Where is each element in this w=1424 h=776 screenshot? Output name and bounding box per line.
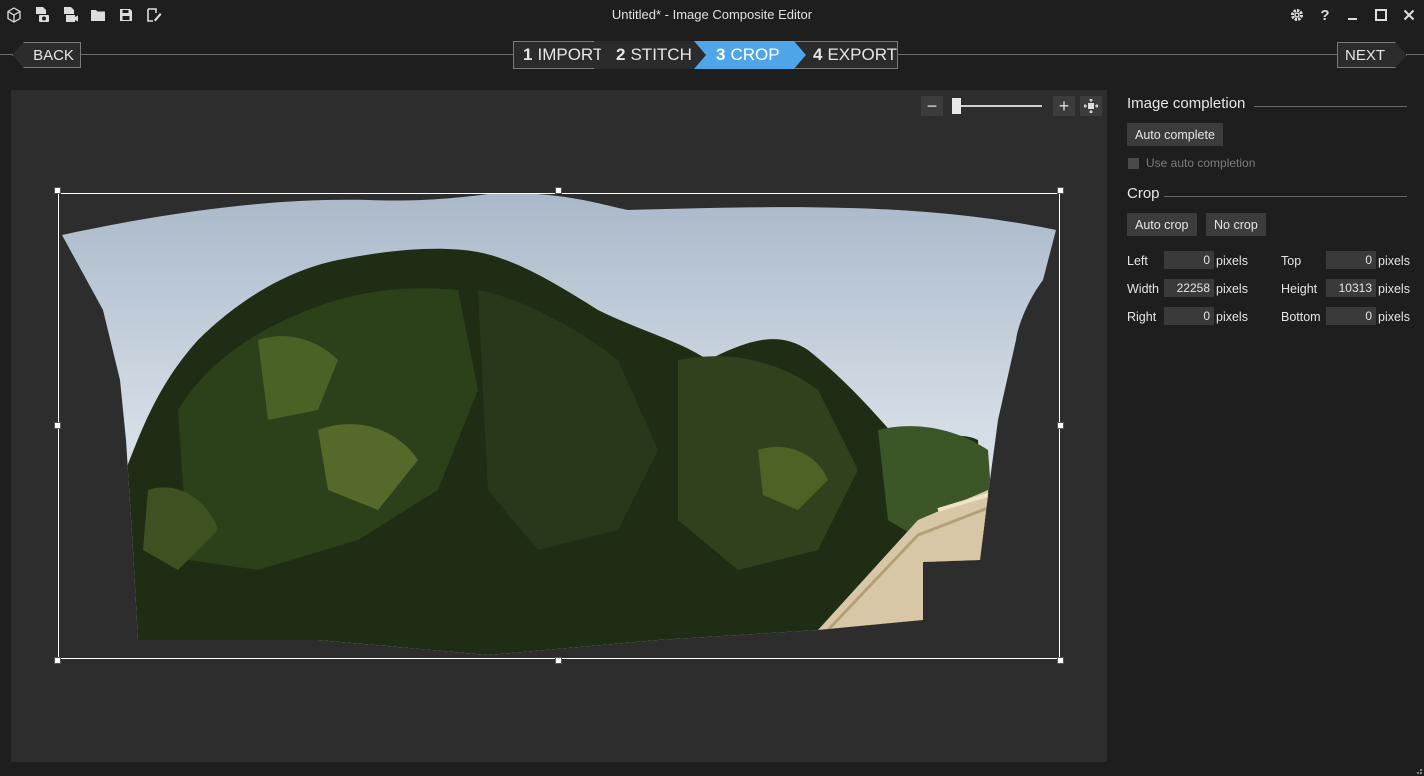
settings-icon[interactable] [1286,4,1308,26]
top-label: Top [1281,254,1302,268]
step-number: 1 [523,45,533,64]
crop-handle-top-left[interactable] [54,187,61,194]
step-label: CROP [730,45,780,64]
step-number: 4 [813,45,823,64]
crop-handle-bottom[interactable] [555,657,562,664]
right-input[interactable]: 0 [1164,307,1214,325]
auto-crop-button[interactable]: Auto crop [1127,213,1197,236]
crop-handle-bottom-left[interactable] [54,657,61,664]
step-import[interactable]: 1 IMPORT [513,41,606,69]
step-number: 2 [616,45,626,64]
top-input[interactable]: 0 [1326,251,1376,269]
zoom-out-button[interactable]: − [921,96,943,116]
section-divider [1254,106,1407,107]
step-number: 3 [716,45,726,64]
use-auto-completion-checkbox[interactable]: Use auto completion [1128,156,1255,170]
bottom-input[interactable]: 0 [1326,307,1376,325]
zoom-in-label: + [1058,95,1070,116]
crop-handle-top-right[interactable] [1057,187,1064,194]
right-label: Right [1127,310,1157,324]
workflow-steps: 1 IMPORT 2 STITCH 3 CROP 4 EXPORT [513,41,898,69]
step-stitch[interactable]: 2 STITCH [594,41,706,69]
crop-section-header: Crop [1127,185,1407,209]
left-unit: pixels [1216,254,1248,268]
resize-grip-icon[interactable] [1414,766,1422,774]
height-unit: pixels [1378,282,1410,296]
no-crop-button[interactable]: No crop [1206,213,1266,236]
section-divider [1164,196,1407,197]
fit-to-window-icon[interactable] [1080,96,1102,116]
step-label: IMPORT [537,45,604,64]
zoom-slider-thumb[interactable] [952,98,962,114]
right-unit: pixels [1216,310,1248,324]
step-label: EXPORT [827,45,898,64]
zoom-out-label: − [926,95,938,116]
step-label: STITCH [630,45,692,64]
width-label: Width [1127,282,1159,296]
zoom-in-button[interactable]: + [1053,96,1075,116]
use-auto-completion-label: Use auto completion [1146,156,1256,170]
maximize-icon[interactable] [1370,4,1392,26]
height-input[interactable]: 10313 [1326,279,1376,297]
zoom-slider-track[interactable] [955,105,1042,107]
minimize-icon[interactable] [1342,4,1364,26]
close-icon[interactable] [1398,4,1420,26]
crop-handle-bottom-right[interactable] [1057,657,1064,664]
image-completion-section-header: Image completion [1127,95,1407,119]
checkbox-box[interactable] [1128,157,1139,169]
auto-complete-button[interactable]: Auto complete [1127,123,1223,146]
image-completion-heading: Image completion [1127,95,1246,112]
height-label: Height [1281,282,1318,296]
bottom-unit: pixels [1378,310,1410,324]
crop-handle-left[interactable] [54,422,61,429]
crop-handle-top[interactable] [555,187,562,194]
help-icon[interactable]: ? [1314,4,1336,26]
left-input[interactable]: 0 [1164,251,1214,269]
top-unit: pixels [1378,254,1410,268]
crop-handle-right[interactable] [1057,422,1064,429]
crop-frame[interactable] [58,193,1060,659]
left-label: Left [1127,254,1148,268]
step-export[interactable]: 4 EXPORT [794,41,898,69]
width-input[interactable]: 22258 [1164,279,1214,297]
crop-heading: Crop [1127,185,1160,202]
back-button[interactable]: BACK [12,42,81,68]
bottom-label: Bottom [1281,310,1321,324]
window-title: Untitled* - Image Composite Editor [611,7,813,22]
next-button[interactable]: NEXT [1337,42,1407,68]
step-crop[interactable]: 3 CROP [694,41,806,69]
title-bar: Untitled* - Image Composite Editor ? [0,0,1424,30]
window-controls: ? [1286,4,1420,26]
width-unit: pixels [1216,282,1248,296]
